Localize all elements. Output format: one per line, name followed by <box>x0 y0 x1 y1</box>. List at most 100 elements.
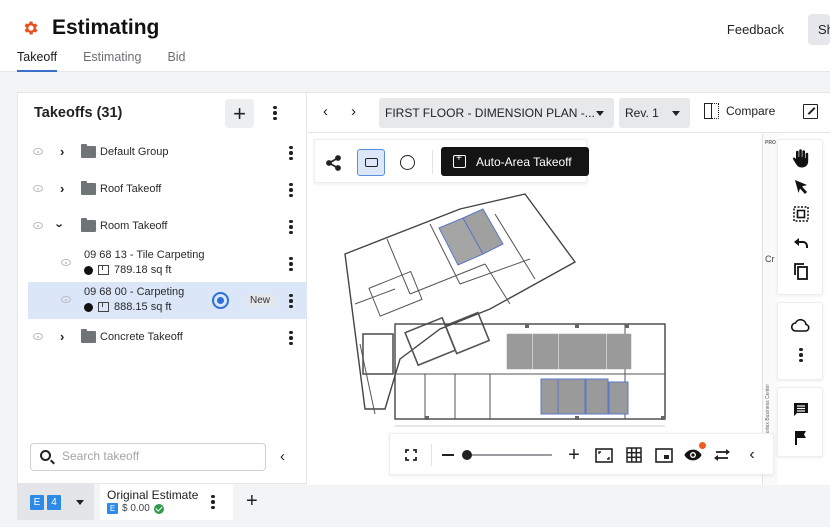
pointer-icon <box>795 180 807 194</box>
circle-tool[interactable] <box>393 149 421 176</box>
undo-button[interactable] <box>791 233 811 253</box>
fullscreen-button[interactable] <box>402 446 420 464</box>
auto-area-takeoff-button[interactable]: Auto-Area Takeoff <box>441 147 589 176</box>
fit-page-button[interactable] <box>595 446 613 464</box>
feedback-button[interactable]: Feedback <box>717 16 794 43</box>
notification-dot <box>699 442 706 449</box>
header-actions: Feedback Share <box>717 14 830 45</box>
share-button[interactable]: Share <box>808 14 830 45</box>
more-tools-button[interactable] <box>791 345 811 365</box>
eye-icon[interactable] <box>61 296 71 303</box>
eye-icon[interactable] <box>33 185 43 192</box>
polyline-tool[interactable] <box>320 149 348 176</box>
comment-icon <box>794 403 808 416</box>
rectangle-tool[interactable] <box>357 149 385 176</box>
collapse-controls-button[interactable]: ‹ <box>743 446 761 464</box>
takeoff-more-button[interactable] <box>285 293 297 309</box>
plan-viewer: ‹ › FIRST FLOOR - DIMENSION PLAN -... Re… <box>307 92 830 485</box>
eye-icon[interactable] <box>61 259 71 266</box>
color-dot <box>84 265 93 275</box>
search-box <box>30 443 266 471</box>
estimate-switcher[interactable]: E 4 <box>17 484 94 520</box>
drawing-canvas[interactable]: PRO Cr Vortex Business Center Auto-Area … <box>307 134 830 485</box>
chevron-right-icon[interactable]: › <box>60 181 64 196</box>
minimap-button[interactable] <box>655 446 673 464</box>
zoom-out-button[interactable] <box>439 446 457 464</box>
active-radio-icon[interactable] <box>212 292 229 309</box>
chevron-down-icon[interactable]: › <box>53 223 68 227</box>
caret-down-icon <box>596 111 604 116</box>
add-estimate-button[interactable]: + <box>246 490 258 513</box>
cloud-tool[interactable] <box>791 315 811 335</box>
takeoffs-title: Takeoffs (31) <box>34 105 123 121</box>
takeoffs-panel: Takeoffs (31) + › Default Group › Roof T… <box>17 92 307 484</box>
takeoff-more-button[interactable] <box>285 256 297 272</box>
divider <box>432 150 433 174</box>
sheet-select[interactable]: FIRST FLOOR - DIMENSION PLAN -... <box>379 98 614 128</box>
swap-button[interactable] <box>713 446 731 464</box>
drawing-tools: Auto-Area Takeoff <box>314 139 589 183</box>
takeoff-item[interactable]: 09 68 13 - Tile Carpeting 789.18 sq ft <box>28 245 307 282</box>
copy-icon <box>794 263 808 280</box>
group-row-concrete[interactable]: › Concrete Takeoff <box>28 319 307 356</box>
chevron-right-icon[interactable]: › <box>60 329 64 344</box>
tab-takeoff[interactable]: Takeoff <box>17 50 58 72</box>
sparkle-area-icon <box>453 153 466 168</box>
group-more-button[interactable] <box>285 330 297 346</box>
revision-select[interactable]: Rev. 1 <box>619 98 690 128</box>
takeoffs-more-button[interactable] <box>269 105 281 121</box>
previous-sheet-button[interactable]: ‹ <box>323 103 328 120</box>
eye-icon[interactable] <box>33 333 43 340</box>
group-row-roof[interactable]: › Roof Takeoff <box>28 171 307 208</box>
compare-button[interactable]: Compare <box>704 103 775 119</box>
zoom-slider[interactable] <box>462 450 552 460</box>
more-icon <box>795 347 807 363</box>
select-area-tool[interactable] <box>791 204 811 224</box>
tab-bid[interactable]: Bid <box>167 50 185 72</box>
zoom-slider-handle[interactable] <box>462 450 472 460</box>
eye-icon[interactable] <box>33 222 43 229</box>
takeoff-item-selected[interactable]: 09 68 00 - Carpeting 888.15 sq ft New <box>28 282 307 319</box>
pointer-tool[interactable] <box>791 177 811 197</box>
group-row-room[interactable]: › Room Takeoff <box>28 208 307 245</box>
flag-icon <box>795 431 806 445</box>
takeoff-quantity: 888.15 sq ft <box>114 301 172 313</box>
comment-tool[interactable] <box>791 400 811 420</box>
zoom-in-button[interactable]: + <box>565 444 583 466</box>
view-controls: + ‹ <box>389 433 774 475</box>
circle-icon <box>399 155 415 170</box>
group-more-button[interactable] <box>285 145 297 161</box>
group-label: Roof Takeoff <box>100 183 162 195</box>
group-row-default[interactable]: › Default Group <box>28 134 307 171</box>
copy-button[interactable] <box>791 261 811 281</box>
flag-tool[interactable] <box>791 428 811 448</box>
grid-button[interactable] <box>625 446 643 464</box>
estimate-tab[interactable]: Original Estimate E $ 0.00 <box>100 484 233 520</box>
tab-estimating[interactable]: Estimating <box>83 50 141 72</box>
takeoff-name: 09 68 00 - Carpeting <box>84 286 185 298</box>
estimate-more-button[interactable] <box>207 494 219 510</box>
takeoff-name: 09 68 13 - Tile Carpeting <box>84 249 205 261</box>
next-sheet-button[interactable]: › <box>351 103 356 120</box>
visibility-button[interactable] <box>684 442 706 464</box>
main-tabs: Takeoff Estimating Bid <box>17 50 186 72</box>
add-takeoff-button[interactable]: + <box>225 99 254 128</box>
estimate-bar: E 4 Original Estimate E $ 0.00 + <box>0 484 830 527</box>
open-external-icon[interactable] <box>803 104 818 119</box>
title-block-text: Cr <box>765 254 775 264</box>
search-input[interactable] <box>62 449 257 463</box>
chevron-right-icon[interactable]: › <box>60 144 64 159</box>
group-label: Room Takeoff <box>100 220 168 232</box>
select-area-icon <box>793 206 809 222</box>
eye-icon[interactable] <box>33 148 43 155</box>
hand-tool[interactable] <box>791 148 811 168</box>
group-more-button[interactable] <box>285 219 297 235</box>
estimate-amount: $ 0.00 <box>122 503 150 514</box>
group-more-button[interactable] <box>285 182 297 198</box>
takeoffs-header: Takeoffs (31) + <box>18 93 306 133</box>
swap-icon <box>714 449 730 461</box>
collapse-panel-button[interactable]: ‹ <box>280 448 285 465</box>
viewer-toolbar: ‹ › FIRST FLOOR - DIMENSION PLAN -... Re… <box>307 93 830 133</box>
app-title-row: Estimating <box>22 16 159 40</box>
auto-area-label: Auto-Area Takeoff <box>476 154 572 169</box>
